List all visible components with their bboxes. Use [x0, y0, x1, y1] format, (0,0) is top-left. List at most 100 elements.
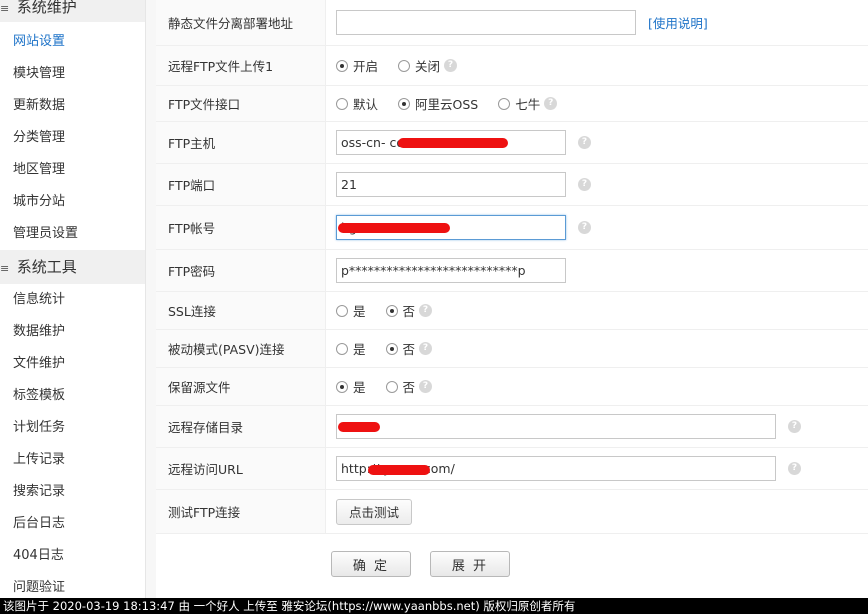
sidebar-item-site-settings[interactable]: 网站设置	[0, 26, 145, 58]
radio-icon	[336, 380, 348, 393]
sidebar-item-404-log[interactable]: 404日志	[0, 540, 145, 572]
help-icon[interactable]: ?	[578, 178, 591, 191]
radio-label: 关闭	[415, 59, 441, 74]
pasv-yes-radio[interactable]: 是	[336, 339, 366, 358]
row-keep-source: 保留源文件 是 否?	[156, 368, 868, 406]
sidebar-group-label: 系统工具	[16, 258, 77, 276]
help-icon[interactable]: ?	[788, 462, 801, 475]
sidebar-group-label: 系统维护	[16, 0, 77, 16]
field-label: 保留源文件	[156, 368, 326, 405]
field-label: 静态文件分离部署地址	[156, 0, 326, 45]
row-ftp-password: FTP密码 p***************************p	[156, 250, 868, 292]
radio-label: 是	[353, 342, 366, 357]
radio-label: 是	[353, 380, 366, 395]
redaction-mark	[338, 223, 450, 233]
remote-dir-input[interactable]	[336, 414, 776, 439]
interface-default-radio[interactable]: 默认	[336, 94, 378, 113]
radio-icon	[398, 59, 411, 72]
radio-label: 否	[402, 304, 416, 319]
sidebar-item-modules[interactable]: 模块管理	[0, 58, 145, 90]
field-label: FTP密码	[156, 250, 326, 291]
sidebar-item-city-sites[interactable]: 城市分站	[0, 186, 145, 218]
keep-yes-radio[interactable]: 是	[336, 377, 366, 396]
sidebar-item-scheduled-tasks[interactable]: 计划任务	[0, 412, 145, 444]
menu-icon: ≡	[0, 262, 10, 275]
sidebar-item-statistics[interactable]: 信息统计	[0, 284, 145, 316]
interface-qiniu-radio[interactable]: 七牛?	[498, 94, 558, 113]
sidebar-item-data-maintenance[interactable]: 数据维护	[0, 316, 145, 348]
help-icon[interactable]: ?	[578, 221, 591, 234]
sidebar-item-file-maintenance[interactable]: 文件维护	[0, 348, 145, 380]
radio-label: 默认	[353, 97, 379, 112]
interface-aliyun-oss-radio[interactable]: 阿里云OSS	[398, 94, 478, 113]
row-remote-url: 远程访问URL http:// yuncs.com/ ?	[156, 448, 868, 490]
sidebar-item-search-log[interactable]: 搜索记录	[0, 476, 145, 508]
row-pasv: 被动模式(PASV)连接 是 否?	[156, 330, 868, 368]
field-label: 被动模式(PASV)连接	[156, 330, 326, 367]
expand-button[interactable]: 展 开	[430, 551, 510, 577]
help-icon[interactable]: ?	[419, 380, 433, 393]
row-ftp-host: FTP主机 oss-cn- com ?	[156, 122, 868, 164]
help-icon[interactable]: ?	[544, 97, 558, 110]
field-label: 远程访问URL	[156, 448, 326, 489]
help-icon[interactable]: ?	[419, 304, 433, 317]
sidebar-group-system-tools[interactable]: ≡ 系统工具	[0, 250, 145, 284]
redaction-mark	[368, 465, 430, 475]
menu-icon: ≡	[0, 2, 10, 15]
gutter	[146, 0, 156, 598]
sidebar-item-regions[interactable]: 地区管理	[0, 154, 145, 186]
radio-icon	[385, 342, 398, 355]
radio-label: 否	[402, 342, 416, 357]
sidebar-item-tag-templates[interactable]: 标签模板	[0, 380, 145, 412]
row-ftp-upload: 远程FTP文件上传1 开启 关闭?	[156, 46, 868, 86]
ftp-password-input[interactable]: p***************************p	[336, 258, 566, 283]
row-static-address: 静态文件分离部署地址 [使用说明]	[156, 0, 868, 46]
sidebar-item-upload-log[interactable]: 上传记录	[0, 444, 145, 476]
help-icon[interactable]: ?	[578, 136, 591, 149]
sidebar-group-system-maintenance[interactable]: ≡ 系统维护	[0, 0, 145, 22]
pasv-no-radio[interactable]: 否?	[385, 339, 433, 358]
radio-label: 开启	[353, 59, 379, 74]
sidebar-item-admins[interactable]: 管理员设置	[0, 218, 145, 250]
field-label: 远程FTP文件上传1	[156, 46, 326, 85]
redaction-mark	[398, 138, 508, 148]
confirm-button[interactable]: 确 定	[331, 551, 411, 577]
test-connection-button[interactable]: 点击测试	[336, 498, 413, 525]
radio-icon	[385, 304, 398, 317]
radio-icon	[336, 304, 348, 317]
sidebar-item-categories[interactable]: 分类管理	[0, 122, 145, 154]
row-ftp-port: FTP端口 21 ?	[156, 164, 868, 206]
sidebar-item-update-data[interactable]: 更新数据	[0, 90, 145, 122]
radio-label: 是	[353, 304, 366, 319]
ftp-upload-on-radio[interactable]: 开启	[336, 56, 378, 75]
field-label: FTP端口	[156, 164, 326, 205]
keep-no-radio[interactable]: 否?	[385, 377, 433, 396]
radio-icon	[385, 380, 398, 393]
usage-help-link[interactable]: [使用说明]	[648, 13, 708, 32]
field-label: 测试FTP连接	[156, 490, 326, 533]
static-address-input[interactable]	[336, 10, 636, 35]
sidebar-item-admin-log[interactable]: 后台日志	[0, 508, 145, 540]
ftp-upload-off-radio[interactable]: 关闭?	[398, 56, 458, 75]
radio-icon	[336, 59, 348, 72]
field-label: FTP帐号	[156, 206, 326, 249]
help-icon[interactable]: ?	[419, 342, 433, 355]
row-remote-dir: 远程存储目录 ?	[156, 406, 868, 448]
radio-icon	[336, 97, 348, 110]
sidebar-item-question-verify[interactable]: 问题验证	[0, 572, 145, 598]
ssl-no-radio[interactable]: 否?	[385, 301, 433, 320]
help-icon[interactable]: ?	[788, 420, 801, 433]
radio-icon	[498, 97, 511, 110]
radio-label: 阿里云OSS	[415, 97, 479, 112]
row-ssl: SSL连接 是 否?	[156, 292, 868, 330]
help-icon[interactable]: ?	[444, 59, 458, 72]
sidebar: ≡ 系统维护 网站设置 模块管理 更新数据 分类管理 地区管理 城市分站 管理员…	[0, 0, 146, 598]
row-test-ftp: 测试FTP连接 点击测试	[156, 490, 868, 534]
ssl-yes-radio[interactable]: 是	[336, 301, 366, 320]
settings-form: 静态文件分离部署地址 [使用说明] 远程FTP文件上传1 开启 关闭? FTP文…	[156, 0, 868, 598]
watermark-footer: 该图片于 2020-03-19 18:13:47 由 一个好人 上传至 雅安论坛…	[0, 598, 868, 614]
row-ftp-account: FTP帐号 bg ?	[156, 206, 868, 250]
field-label: FTP主机	[156, 122, 326, 163]
ftp-port-input[interactable]: 21	[336, 172, 566, 197]
row-ftp-interface: FTP文件接口 默认 阿里云OSS 七牛?	[156, 86, 868, 122]
